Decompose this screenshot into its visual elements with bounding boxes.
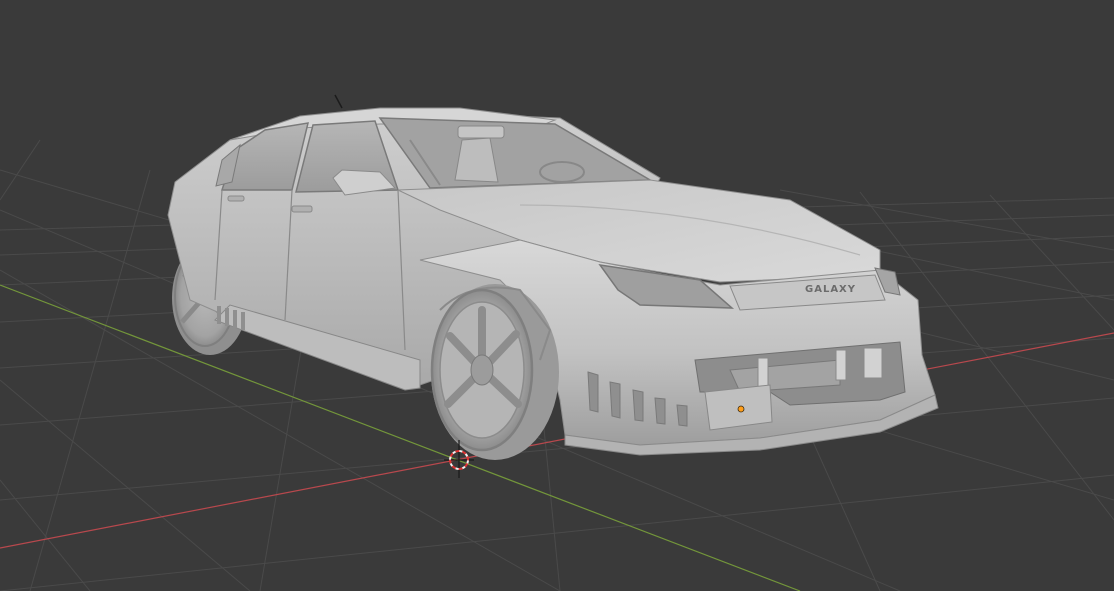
grille-badge: GALAXY xyxy=(805,284,856,295)
viewport-canvas[interactable]: GALAXY xyxy=(0,0,1114,591)
3d-viewport[interactable]: GALAXY xyxy=(0,0,1114,591)
car-sedan-model[interactable]: GALAXY xyxy=(167,94,939,460)
selection-origin-dot xyxy=(737,405,745,413)
